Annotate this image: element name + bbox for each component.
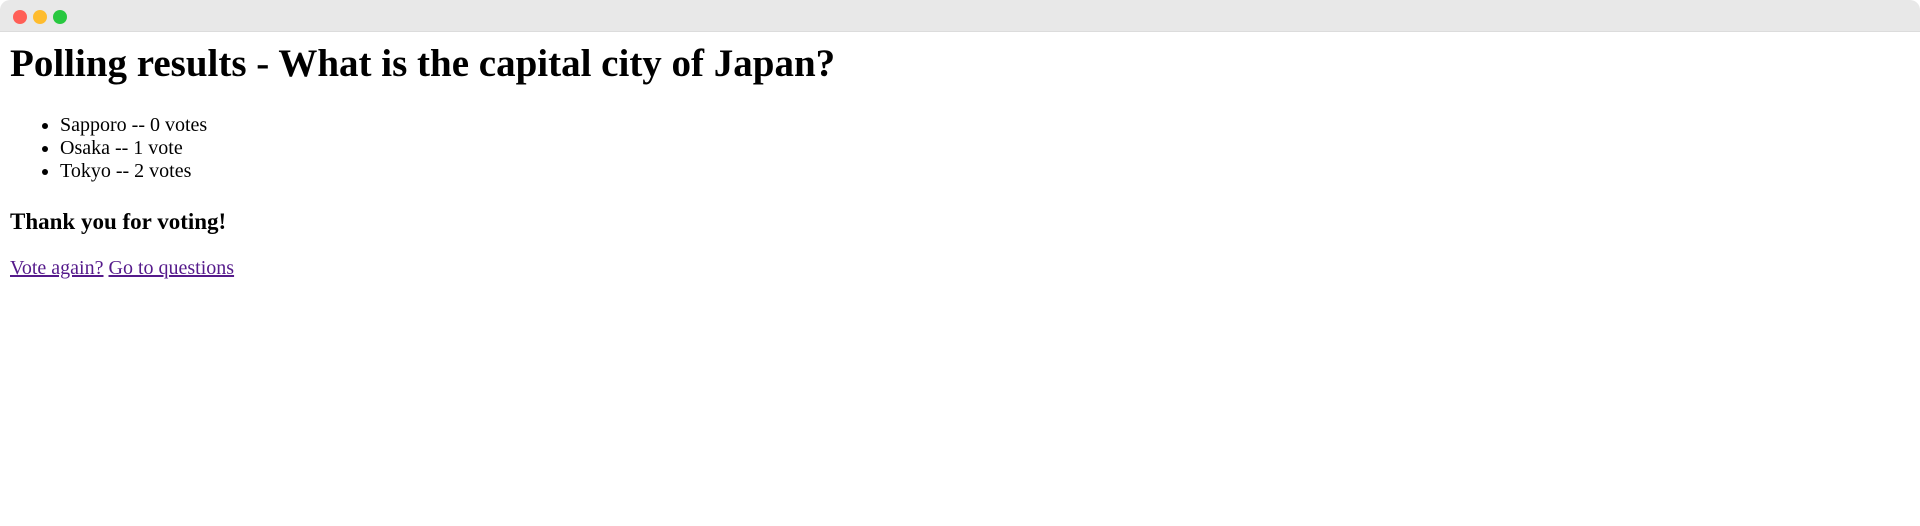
- maximize-window-icon[interactable]: [53, 10, 67, 24]
- result-item-tokyo: Tokyo -- 2 votes: [60, 160, 1910, 183]
- browser-window: Polling results - What is the capital ci…: [0, 0, 1920, 526]
- page-content: Polling results - What is the capital ci…: [10, 32, 1910, 280]
- minimize-window-icon[interactable]: [33, 10, 47, 24]
- page-title: Polling results - What is the capital ci…: [10, 42, 836, 85]
- close-window-icon[interactable]: [13, 10, 27, 24]
- action-links: Vote again? Go to questions: [10, 257, 1910, 280]
- thank-you-message: Thank you for voting!: [10, 209, 227, 234]
- result-item-sapporo: Sapporo -- 0 votes: [60, 114, 1910, 137]
- result-item-osaka: Osaka -- 1 vote: [60, 137, 1910, 160]
- go-to-questions-link[interactable]: Go to questions: [109, 257, 235, 279]
- vote-again-link[interactable]: Vote again?: [10, 257, 104, 279]
- results-list: Sapporo -- 0 votes Osaka -- 1 vote Tokyo…: [10, 114, 1910, 183]
- window-titlebar: [0, 0, 1920, 32]
